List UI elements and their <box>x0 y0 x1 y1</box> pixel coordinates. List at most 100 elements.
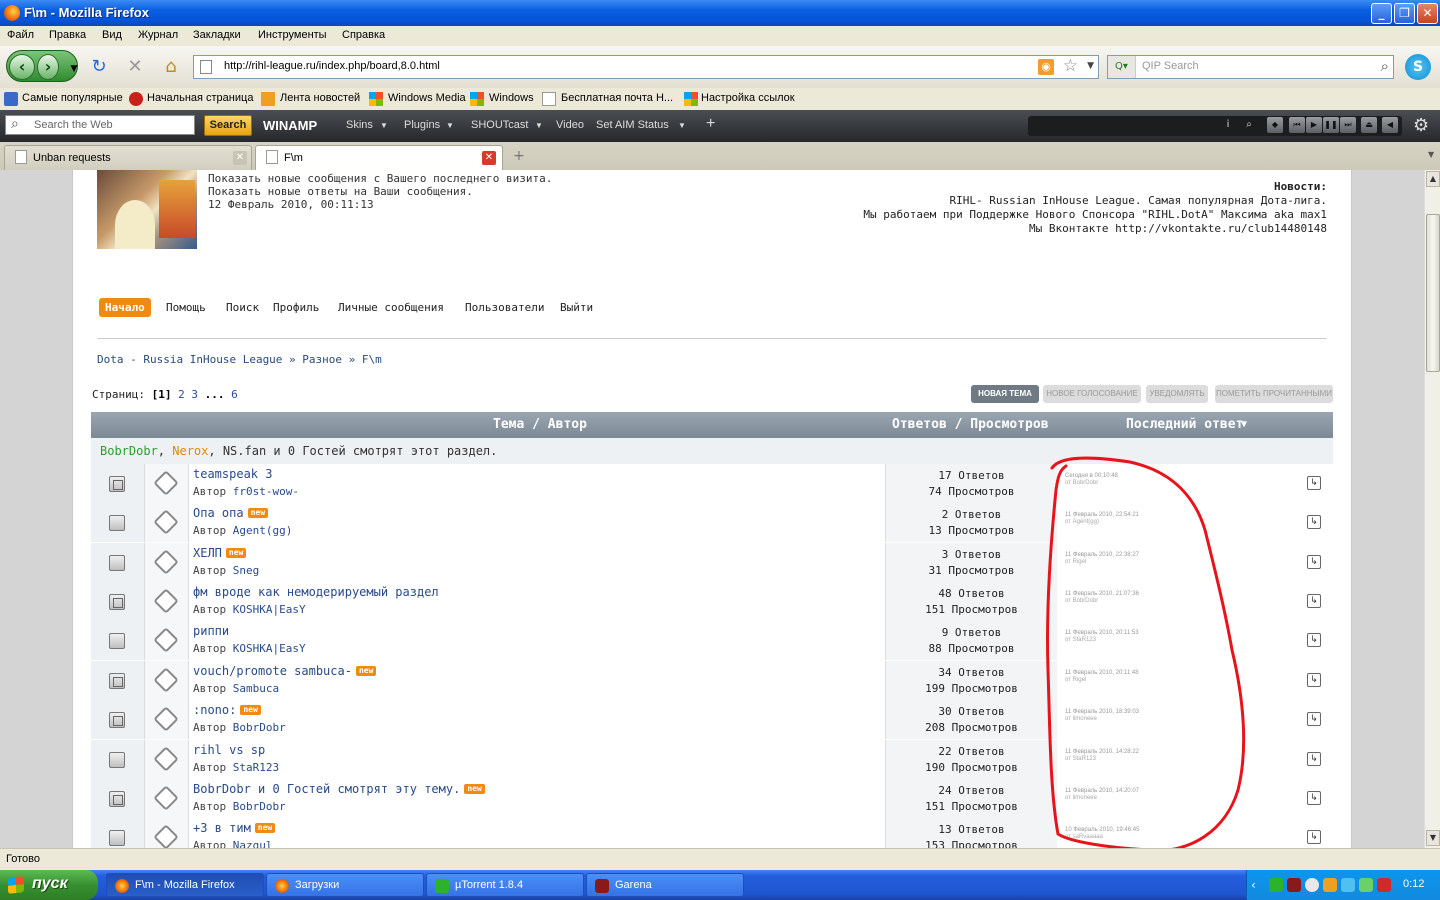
topic-title-link[interactable]: фм вроде как немодерируемый раздел <box>193 585 439 599</box>
task-garena[interactable]: Garena <box>586 873 744 897</box>
last-post-author[interactable]: от limoneee <box>1065 716 1097 722</box>
url-field[interactable]: http://rihl-league.ru/index.php/board,8.… <box>193 55 1099 79</box>
bookmark-item[interactable]: Windows Media <box>388 92 466 104</box>
new-badge[interactable]: new <box>225 548 247 558</box>
rss-icon[interactable]: ◉ <box>1038 59 1054 75</box>
bookmark-item[interactable]: Лента новостей <box>280 92 360 104</box>
go-to-last-post-icon[interactable]: ↳ <box>1307 830 1321 844</box>
new-badge[interactable]: new <box>247 508 269 518</box>
menu-tools[interactable]: Инструменты <box>258 29 327 41</box>
minimize-button[interactable]: _ <box>1371 3 1392 24</box>
gear-icon[interactable]: ⚙ <box>1413 115 1429 136</box>
new-badge[interactable]: new <box>240 705 261 715</box>
page-link[interactable]: 3 <box>191 388 198 401</box>
next-icon[interactable]: ⏭ <box>1340 117 1356 133</box>
tab-list-icon[interactable]: ▼ <box>1428 150 1434 159</box>
forward-button[interactable]: › <box>37 54 59 80</box>
close-tab-icon[interactable]: ✕ <box>233 151 247 165</box>
last-post-author[interactable]: от BobrDobr <box>1065 480 1098 486</box>
notify-button[interactable]: УВЕДОМЛЯТЬ <box>1146 385 1208 403</box>
last-post-author[interactable]: от StaR123 <box>1065 756 1096 762</box>
last-post-author[interactable]: от Rigel <box>1065 559 1086 565</box>
nav-members[interactable]: Пользователи <box>465 301 544 314</box>
url-dropdown-icon[interactable]: ▼ <box>1087 61 1094 71</box>
history-dropdown-icon[interactable]: ▼ <box>63 58 85 80</box>
go-to-last-post-icon[interactable]: ↳ <box>1307 752 1321 766</box>
author-link[interactable]: Nazgul <box>233 839 273 848</box>
topic-title-link[interactable]: vouch/promote sambuca- <box>193 664 352 678</box>
go-to-last-post-icon[interactable]: ↳ <box>1307 555 1321 569</box>
new-tab-button[interactable]: + <box>508 146 530 166</box>
new-badge[interactable]: new <box>464 784 485 794</box>
last-post-author[interactable]: от Agent(gg) <box>1065 519 1099 525</box>
topic-title-link[interactable]: риппи <box>193 624 229 638</box>
bookmark-star-icon[interactable]: ☆ <box>1063 56 1078 76</box>
col-last-post[interactable]: Последний ответ <box>1126 417 1243 432</box>
author-link[interactable]: Agent(gg) <box>233 524 293 537</box>
last-post-author[interactable]: от StaR123 <box>1065 637 1096 643</box>
eject-icon[interactable]: ⏏ <box>1361 117 1377 133</box>
topic-title-link[interactable]: BobrDobr и 0 Гостей смотрят эту тему. <box>193 782 460 796</box>
search-icon[interactable]: ⌕ <box>1381 57 1389 75</box>
go-to-last-post-icon[interactable]: ↳ <box>1307 791 1321 805</box>
show-new-replies-link[interactable]: Показать новые ответы на Ваши сообщения. <box>208 185 552 198</box>
winamp-search-button[interactable]: Search <box>204 115 252 136</box>
author-link[interactable]: Sneg <box>233 564 260 577</box>
menu-edit[interactable]: Правка <box>49 29 86 41</box>
go-to-last-post-icon[interactable]: ↳ <box>1307 594 1321 608</box>
page-link[interactable]: 2 <box>178 388 185 401</box>
topic-title-link[interactable]: :nono: <box>193 703 236 717</box>
menu-bookmarks[interactable]: Закладки <box>193 29 241 41</box>
winamp-skins-menu[interactable]: Skins <box>346 119 373 131</box>
topic-title-link[interactable]: +3 в тим <box>193 821 251 835</box>
sort-desc-icon[interactable]: ▼ <box>1241 419 1247 430</box>
go-to-last-post-icon[interactable]: ↳ <box>1307 673 1321 687</box>
menu-view[interactable]: Вид <box>102 29 122 41</box>
home-icon[interactable]: ⌂ <box>160 56 182 78</box>
security-tray-icon[interactable] <box>1359 878 1373 892</box>
bookmark-item[interactable]: Windows <box>489 92 534 104</box>
page-link[interactable]: 6 <box>231 388 238 401</box>
close-button[interactable]: ✕ <box>1417 3 1438 24</box>
menu-file[interactable]: Файл <box>7 29 34 41</box>
topic-title-link[interactable]: teamspeak 3 <box>193 467 272 481</box>
network-tray-icon[interactable] <box>1341 878 1355 892</box>
author-link[interactable]: Sambuca <box>233 682 279 695</box>
go-to-last-post-icon[interactable]: ↳ <box>1307 633 1321 647</box>
topic-title-link[interactable]: ХЕЛП <box>193 546 222 560</box>
bookmark-item[interactable]: Бесплатная почта H... <box>561 92 673 104</box>
mark-read-button[interactable]: ПОМЕТИТЬ ПРОЧИТАННЫМИ <box>1215 385 1333 403</box>
last-post-author[interactable]: от BobrDobr <box>1065 598 1098 604</box>
bookmark-item[interactable]: Начальная страница <box>147 92 253 104</box>
volume-icon[interactable]: ◆ <box>1267 117 1283 133</box>
go-to-last-post-icon[interactable]: ↳ <box>1307 712 1321 726</box>
topic-title-link[interactable]: Опа опа <box>193 506 244 520</box>
close-tab-icon[interactable]: ✕ <box>482 151 496 165</box>
bookmark-item[interactable]: Настройка ссылок <box>701 92 795 104</box>
viewer-user[interactable]: NS.fan <box>223 444 266 458</box>
new-poll-button[interactable]: НОВОЕ ГОЛОСОВАНИЕ <box>1043 385 1141 403</box>
search-icon[interactable]: ⌕ <box>1241 117 1257 133</box>
search-field[interactable]: Q▾ QIP Search ⌕ <box>1107 55 1394 79</box>
topic-title-link[interactable]: rihl vs sp <box>193 743 265 757</box>
garena-tray-icon[interactable] <box>1287 878 1301 892</box>
tab-fm[interactable]: F\m ✕ <box>255 145 503 171</box>
back-button[interactable]: ‹ <box>9 54 35 80</box>
viewer-user[interactable]: Nerox <box>172 444 208 458</box>
skype-icon[interactable]: S <box>1405 54 1431 80</box>
nav-logout[interactable]: Выйти <box>560 301 593 314</box>
scroll-thumb[interactable] <box>1426 214 1440 372</box>
new-badge[interactable]: new <box>355 666 377 676</box>
scroll-up-icon[interactable]: ▲ <box>1426 171 1440 187</box>
nav-home[interactable]: Начало <box>99 298 151 317</box>
author-link[interactable]: KOSHKA|EasY <box>233 603 306 616</box>
nav-search[interactable]: Поиск <box>226 301 259 314</box>
viewer-user[interactable]: BobrDobr <box>100 444 158 458</box>
last-post-author[interactable]: от limoneee <box>1065 795 1097 801</box>
breadcrumb[interactable]: Dota - Russia InHouse League » Разное » … <box>97 353 382 366</box>
task-utorrent[interactable]: µTorrent 1.8.4 <box>426 873 584 897</box>
winamp-video-menu[interactable]: Video <box>556 119 584 131</box>
vertical-scrollbar[interactable]: ▲ ▼ <box>1424 170 1440 848</box>
author-link[interactable]: KOSHKA|EasY <box>233 642 306 655</box>
go-to-last-post-icon[interactable]: ↳ <box>1307 515 1321 529</box>
